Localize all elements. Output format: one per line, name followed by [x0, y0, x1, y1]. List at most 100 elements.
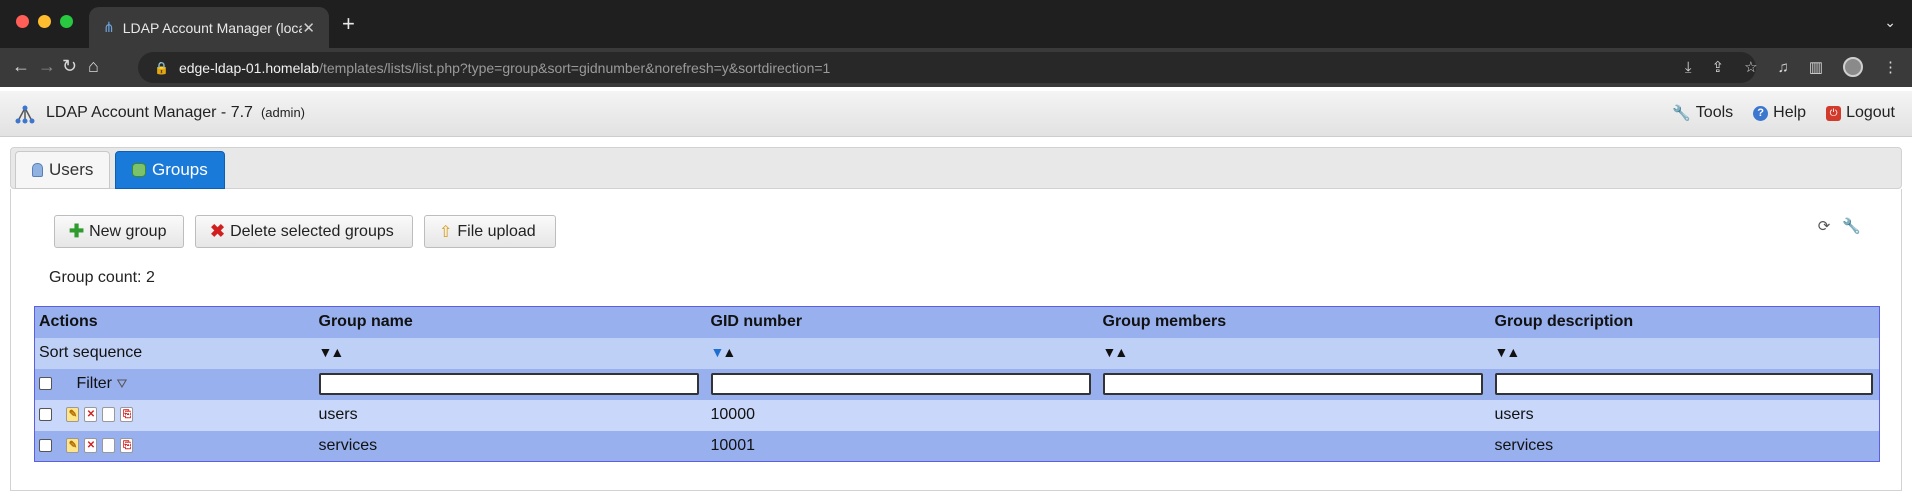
row-checkbox[interactable]	[39, 439, 52, 453]
group-list-panel: ✚ New group ✖ Delete selected groups ⇧ F…	[10, 189, 1902, 491]
help-icon: ?	[1753, 105, 1769, 121]
row-actions: ✎ ✕ ⎘	[35, 431, 315, 462]
plus-icon: ✚	[69, 221, 85, 241]
col-gid-number[interactable]: GID number	[707, 307, 1099, 338]
tools-label: Tools	[1695, 104, 1734, 121]
tab-search-chevron-icon[interactable]: ⌄	[1884, 14, 1896, 31]
sort-row: Sort sequence ▼▲ ▼▲ ▼▲ ▼▲	[34, 337, 1880, 369]
bookmark-star-icon[interactable]: ☆	[1744, 58, 1757, 76]
profile-avatar[interactable]	[1843, 57, 1863, 77]
filter-button[interactable]: Filter ⛛	[76, 375, 127, 392]
select-all-checkbox[interactable]	[39, 377, 52, 391]
filter-group-name-input[interactable]	[318, 373, 699, 395]
sort-asc-icon[interactable]: ▲	[1506, 344, 1520, 360]
pdf-icon[interactable]: ⎘	[120, 438, 134, 454]
header-links: 🔧 Tools ? Help ⏻ Logout	[1672, 104, 1895, 122]
browser-titlebar: ⋔ LDAP Account Manager (locall ✕ + ⌄	[0, 0, 1912, 48]
edit-icon[interactable]: ✎	[66, 438, 80, 454]
cell-gid-number: 10001	[710, 436, 756, 454]
new-group-button[interactable]: ✚ New group	[54, 215, 184, 248]
sort-asc-icon[interactable]: ▲	[1114, 344, 1128, 360]
address-bar[interactable]: 🔒 edge-ldap-01.homelab/templates/lists/l…	[138, 52, 1756, 83]
delete-selected-button[interactable]: ✖ Delete selected groups	[195, 215, 413, 248]
pdf-icon[interactable]: ⎘	[120, 407, 134, 423]
sort-asc-icon[interactable]: ▲	[330, 344, 344, 360]
forward-icon[interactable]: →	[38, 56, 56, 77]
col-group-name[interactable]: Group name	[315, 307, 707, 338]
browser-tab[interactable]: ⋔ LDAP Account Manager (locall ✕	[89, 7, 329, 48]
logout-link[interactable]: ⏻ Logout	[1826, 104, 1895, 122]
filter-gid-number-input[interactable]	[710, 373, 1091, 395]
menu-icon[interactable]: ⋮	[1883, 58, 1898, 76]
col-group-members[interactable]: Group members	[1099, 307, 1491, 338]
delete-row-icon[interactable]: ✕	[84, 438, 98, 454]
help-label: Help	[1773, 104, 1807, 121]
tab-groups-label: Groups	[152, 160, 208, 179]
sort-desc-icon[interactable]: ▼	[319, 344, 333, 360]
app-title-text: LDAP Account Manager - 7.7	[46, 104, 253, 121]
help-link[interactable]: ? Help	[1753, 104, 1806, 122]
home-icon[interactable]: ⌂	[88, 56, 99, 77]
browser-tab-title: LDAP Account Manager (locall	[122, 19, 303, 36]
delete-row-icon[interactable]: ✕	[84, 407, 98, 423]
delete-selected-label: Delete selected groups	[230, 222, 394, 240]
lock-icon: 🔒	[154, 60, 169, 75]
logout-label: Logout	[1846, 104, 1895, 121]
file-upload-label: File upload	[457, 222, 536, 240]
row-action-icons: ✎ ✕ ⎘	[66, 407, 134, 423]
reload-icon[interactable]: ↻	[62, 56, 77, 77]
sort-asc-icon[interactable]: ▲	[722, 344, 736, 360]
install-icon[interactable]: ⤓	[1685, 59, 1692, 76]
lam-header: LDAP Account Manager - 7.7 (admin) 🔧 Tool…	[0, 91, 1912, 137]
sort-desc-icon[interactable]: ▼	[1495, 344, 1509, 360]
sort-desc-icon[interactable]: ▼	[1103, 344, 1117, 360]
back-icon[interactable]: ←	[12, 56, 30, 77]
cell-group-description: users	[1494, 406, 1534, 423]
sidepanel-icon[interactable]: ▥	[1809, 58, 1823, 76]
logout-icon: ⏻	[1826, 105, 1842, 121]
filter-label: Filter	[76, 375, 113, 392]
account-type-tabs: Users Groups	[10, 147, 1902, 189]
table-row[interactable]: ✎ ✕ ⎘ services 10001 services	[34, 430, 1880, 462]
minimize-window-button[interactable]	[38, 15, 51, 28]
filter-group-name-cell	[315, 369, 707, 400]
browser-toolbar: ← → ↻ ⌂ 🔒 edge-ldap-01.homelab/templates…	[0, 48, 1912, 87]
table-row[interactable]: ✎ ✕ ⎘ users 10000 users	[34, 399, 1880, 431]
filter-group-members-input[interactable]	[1102, 373, 1483, 395]
share-icon[interactable]: ⇪	[1712, 58, 1725, 76]
row-checkbox[interactable]	[39, 408, 52, 422]
sort-desc-active-icon[interactable]: ▼	[711, 344, 725, 360]
new-tab-button[interactable]: +	[342, 11, 355, 37]
lam-logo-icon	[15, 105, 35, 124]
row-action-icons: ✎ ✕ ⎘	[66, 438, 134, 454]
close-window-button[interactable]	[16, 15, 29, 28]
settings-wrench-icon[interactable]: 🔧	[1842, 217, 1861, 235]
maximize-window-button[interactable]	[60, 15, 73, 28]
refresh-icon[interactable]: ⟳	[1818, 217, 1831, 235]
window-controls	[16, 15, 73, 28]
app-title: LDAP Account Manager - 7.7 (admin)	[46, 104, 305, 122]
filter-row: Filter ⛛	[34, 368, 1880, 400]
url-host: edge-ldap-01.homelab	[178, 59, 320, 76]
group-icon	[132, 163, 146, 177]
group-count: Group count: 2	[49, 269, 155, 286]
tab-users[interactable]: Users	[15, 151, 111, 189]
filter-group-description-input[interactable]	[1494, 373, 1873, 395]
tab-close-icon[interactable]: ✕	[302, 19, 315, 37]
copy-icon[interactable]	[102, 407, 116, 423]
media-icon[interactable]: ♫	[1778, 59, 1789, 76]
col-group-description[interactable]: Group description	[1491, 307, 1880, 338]
edit-icon[interactable]: ✎	[66, 407, 80, 423]
wrench-icon: 🔧	[1672, 105, 1691, 122]
tab-groups[interactable]: Groups	[115, 151, 225, 189]
cell-group-members	[1099, 400, 1491, 431]
sort-gid-number: ▼▲	[707, 338, 1099, 369]
cell-group-members	[1099, 431, 1491, 462]
file-upload-button[interactable]: ⇧ File upload	[424, 215, 556, 248]
user-icon	[32, 163, 43, 177]
sort-group-name: ▼▲	[315, 338, 707, 369]
copy-icon[interactable]	[102, 438, 116, 454]
filter-group-members-cell	[1099, 369, 1491, 400]
tools-link[interactable]: 🔧 Tools	[1672, 104, 1733, 122]
tab-users-label: Users	[49, 160, 94, 179]
